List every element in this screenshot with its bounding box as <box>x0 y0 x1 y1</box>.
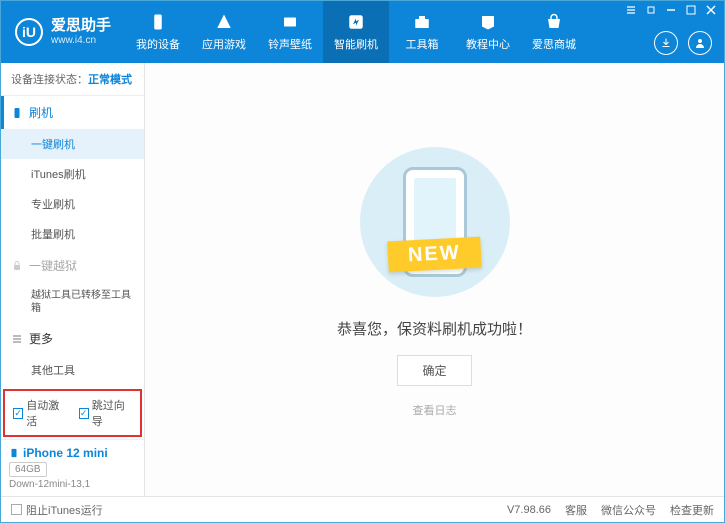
sidebar-item-other-tools[interactable]: 其他工具 <box>1 355 144 385</box>
success-illustration: NEW <box>335 142 535 302</box>
check-icon: ✓ <box>79 408 89 419</box>
nav-label: 工具箱 <box>406 36 439 52</box>
device-icon <box>148 12 168 32</box>
sidebar-tree: 刷机 一键刷机 iTunes刷机 专业刷机 批量刷机 一键越狱 越狱工具已转移至… <box>1 96 144 387</box>
user-button[interactable] <box>688 31 712 55</box>
footer: 阻止iTunes运行 V7.98.66 客服 微信公众号 检查更新 <box>1 496 724 522</box>
device-panel[interactable]: iPhone 12 mini 64GB Down-12mini-13,1 <box>1 439 144 496</box>
device-storage: 64GB <box>9 462 47 477</box>
view-log-link[interactable]: 查看日志 <box>413 402 457 418</box>
apps-icon <box>214 12 234 32</box>
group-label: 一键越狱 <box>29 257 77 274</box>
top-nav: 我的设备 应用游戏 铃声壁纸 智能刷机 工具箱 教程中心 <box>125 1 587 63</box>
status-value: 正常模式 <box>88 74 132 86</box>
sidebar-item-itunes-flash[interactable]: iTunes刷机 <box>1 159 144 189</box>
device-name-text: iPhone 12 mini <box>23 446 108 460</box>
nav-tutorial[interactable]: 教程中心 <box>455 1 521 63</box>
sidebar-group-flash[interactable]: 刷机 <box>1 96 144 129</box>
brand-url: www.i4.cn <box>51 35 111 47</box>
nav-ringtone[interactable]: 铃声壁纸 <box>257 1 323 63</box>
sidebar-item-pro-flash[interactable]: 专业刷机 <box>1 189 144 219</box>
skin-icon[interactable] <box>642 3 660 17</box>
checkbox-block-itunes[interactable]: 阻止iTunes运行 <box>11 502 103 518</box>
flash-icon <box>346 12 366 32</box>
sidebar-item-batch-flash[interactable]: 批量刷机 <box>1 219 144 249</box>
checkbox-auto-activate[interactable]: ✓ 自动激活 <box>13 397 67 429</box>
check-icon: ✓ <box>13 408 23 419</box>
store-icon <box>544 12 564 32</box>
sidebar: 设备连接状态：正常模式 刷机 一键刷机 iTunes刷机 专业刷机 批量刷机 一… <box>1 63 145 496</box>
sidebar-item-download-fw[interactable]: 下载固件 <box>1 385 144 387</box>
wallpaper-icon <box>280 12 300 32</box>
menu-icon[interactable] <box>622 3 640 17</box>
window-controls <box>622 3 720 17</box>
customer-service-link[interactable]: 客服 <box>565 502 587 518</box>
version-label: V7.98.66 <box>507 504 551 516</box>
ok-button[interactable]: 确定 <box>397 355 471 386</box>
nav-label: 爱思商城 <box>532 36 576 52</box>
nav-flash[interactable]: 智能刷机 <box>323 1 389 63</box>
device-name: iPhone 12 mini <box>9 446 136 460</box>
check-label: 阻止iTunes运行 <box>26 502 103 518</box>
nav-my-device[interactable]: 我的设备 <box>125 1 191 63</box>
nav-store[interactable]: 爱思商城 <box>521 1 587 63</box>
sidebar-group-jailbreak[interactable]: 一键越狱 <box>1 249 144 282</box>
book-icon <box>478 12 498 32</box>
close-button[interactable] <box>702 3 720 17</box>
check-update-link[interactable]: 检查更新 <box>670 502 714 518</box>
nav-toolbox[interactable]: 工具箱 <box>389 1 455 63</box>
nav-label: 教程中心 <box>466 36 510 52</box>
nav-label: 铃声壁纸 <box>268 36 312 52</box>
sidebar-item-oneclick-flash[interactable]: 一键刷机 <box>1 129 144 159</box>
maximize-button[interactable] <box>682 3 700 17</box>
new-banner: NEW <box>387 236 481 272</box>
status-label: 设备连接状态： <box>11 74 88 86</box>
wechat-link[interactable]: 微信公众号 <box>601 502 656 518</box>
download-button[interactable] <box>654 31 678 55</box>
options-highlight: ✓ 自动激活 ✓ 跳过向导 <box>3 389 142 437</box>
check-label: 自动激活 <box>26 397 66 429</box>
lock-icon <box>11 260 23 272</box>
nav-label: 应用游戏 <box>202 36 246 52</box>
check-label: 跳过向导 <box>92 397 132 429</box>
brand-logo-icon: iU <box>15 18 43 46</box>
phone-icon <box>11 107 23 119</box>
sidebar-group-more[interactable]: 更多 <box>1 322 144 355</box>
group-label: 刷机 <box>29 104 53 121</box>
menu-icon <box>11 333 23 345</box>
group-label: 更多 <box>29 330 53 347</box>
checkbox-skip-guide[interactable]: ✓ 跳过向导 <box>79 397 133 429</box>
nav-apps[interactable]: 应用游戏 <box>191 1 257 63</box>
toolbox-icon <box>412 12 432 32</box>
nav-label: 我的设备 <box>136 36 180 52</box>
connection-status: 设备连接状态：正常模式 <box>1 63 144 96</box>
checkbox-icon <box>11 504 22 515</box>
phone-icon <box>9 446 19 460</box>
main-content: NEW 恭喜您，保资料刷机成功啦！ 确定 查看日志 <box>145 63 724 496</box>
success-message: 恭喜您，保资料刷机成功啦！ <box>337 318 532 339</box>
device-info: Down-12mini-13,1 <box>9 479 136 490</box>
sidebar-item-jailbreak-note: 越狱工具已转移至工具箱 <box>1 282 144 322</box>
body: 设备连接状态：正常模式 刷机 一键刷机 iTunes刷机 专业刷机 批量刷机 一… <box>1 63 724 496</box>
brand: iU 爱思助手 www.i4.cn <box>1 17 125 47</box>
minimize-button[interactable] <box>662 3 680 17</box>
nav-label: 智能刷机 <box>334 36 378 52</box>
app-window: iU 爱思助手 www.i4.cn 我的设备 应用游戏 铃声壁纸 智能刷机 <box>0 0 725 523</box>
brand-title: 爱思助手 <box>51 17 111 35</box>
header: iU 爱思助手 www.i4.cn 我的设备 应用游戏 铃声壁纸 智能刷机 <box>1 1 724 63</box>
